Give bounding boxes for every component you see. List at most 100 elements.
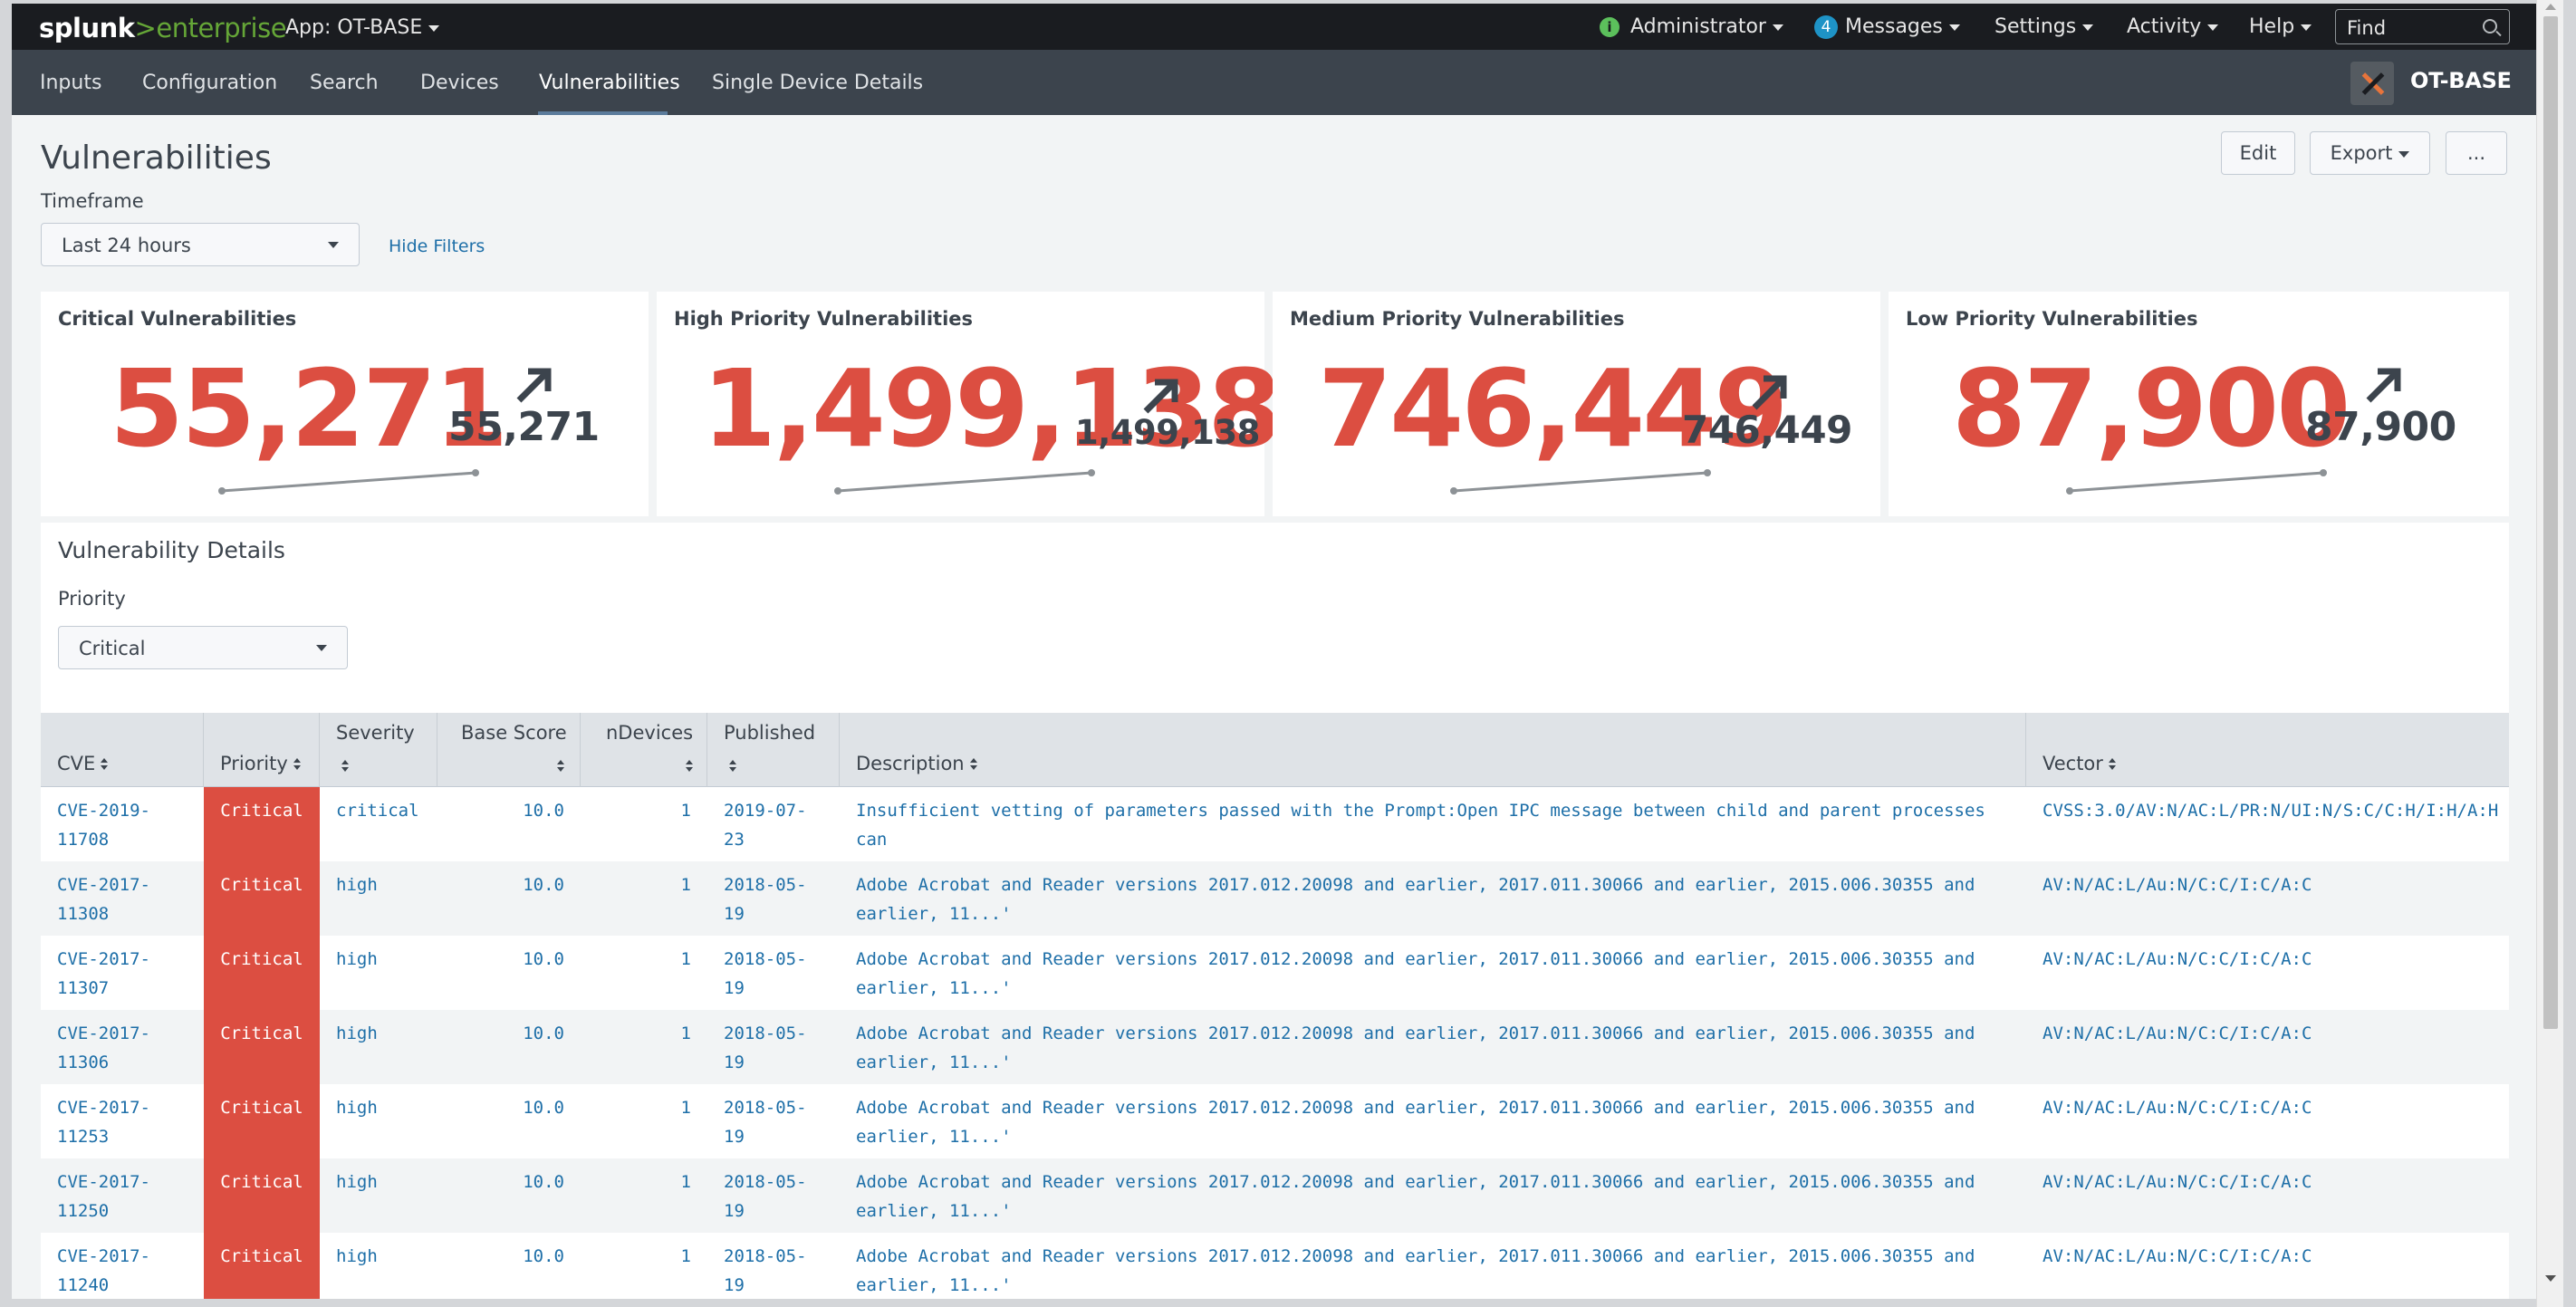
base-score-cell[interactable]: 10.0 [437,796,564,825]
published-cell[interactable]: 2018-05- 19 [724,1168,807,1225]
table-row[interactable]: Critical CVE-2017- 11306 high 10.0 1 2018-05- 1… [41,1010,2509,1084]
column-header-description[interactable]: Description [840,713,2026,787]
vector-cell[interactable]: AV:N/AC:L/Au:N/C:C/I:C/A:C [2043,1093,2312,1122]
table-row[interactable]: Critical CVE-2017- 11308 high 10.0 1 2018-05- 1… [41,861,2509,936]
activity-menu[interactable]: Activity [2127,15,2219,38]
hide-filters-link[interactable]: Hide Filters [389,236,485,256]
published-cell[interactable]: 2018-05- 19 [724,870,807,928]
cve-cell[interactable]: CVE-2017- 11240 [57,1242,150,1299]
nav-item-single-device-details[interactable]: Single Device Details [712,72,923,94]
column-header-ndevices[interactable]: nDevices [581,713,707,787]
table-row[interactable]: Critical CVE-2017- 11307 high 10.0 1 2018-05- 1… [41,936,2509,1010]
settings-menu[interactable]: Settings [1994,15,2094,38]
cve-cell[interactable]: CVE-2017- 11250 [57,1168,150,1225]
cve-cell[interactable]: CVE-2019- 11708 [57,796,150,854]
cve-cell[interactable]: CVE-2017- 11306 [57,1019,150,1077]
cve-cell[interactable]: CVE-2017- 11308 [57,870,150,928]
find-input[interactable]: Find [2335,9,2510,44]
export-button[interactable]: Export [2310,131,2430,175]
vector-cell[interactable]: AV:N/AC:L/Au:N/C:C/I:C/A:C [2043,870,2312,899]
ndevices-cell[interactable]: 1 [581,945,691,974]
column-header-severity[interactable]: Severity [320,713,437,787]
help-menu[interactable]: Help [2249,15,2312,38]
description-cell[interactable]: Adobe Acrobat and Reader versions 2017.0… [856,1093,2015,1151]
column-header-base-score[interactable]: Base Score [437,713,581,787]
column-header-cve[interactable]: CVE [41,713,204,787]
kpi-title: High Priority Vulnerabilities [674,308,974,330]
nav-item-vulnerabilities[interactable]: Vulnerabilities [539,72,680,94]
base-score-cell[interactable]: 10.0 [437,1019,564,1048]
published-cell[interactable]: 2018-05- 19 [724,945,807,1003]
description-cell[interactable]: Adobe Acrobat and Reader versions 2017.0… [856,945,2015,1003]
published-cell[interactable]: 2019-07- 23 [724,796,807,854]
base-score-cell[interactable]: 10.0 [437,945,564,974]
ndevices-cell[interactable]: 1 [581,796,691,825]
scroll-down-arrow-icon[interactable] [2545,1275,2556,1282]
severity-cell[interactable]: high [336,870,378,899]
cve-cell[interactable]: CVE-2017- 11253 [57,1093,150,1151]
priority-cell[interactable]: Critical [204,936,320,1010]
table-row[interactable]: Critical CVE-2019- 11708 critical 10.0 1 2019-… [41,787,2509,879]
app-menu[interactable]: App: OT-BASE [285,16,440,39]
base-score-cell[interactable]: 10.0 [437,870,564,899]
nav-item-devices[interactable]: Devices [420,72,499,94]
nav-item-configuration[interactable]: Configuration [142,72,277,94]
column-header-published[interactable]: Published [707,713,840,787]
ndevices-cell[interactable]: 1 [581,1019,691,1048]
severity-cell[interactable]: high [336,1019,378,1048]
edit-button[interactable]: Edit [2221,131,2295,175]
timeframe-select[interactable]: Last 24 hours [41,223,360,266]
nav-item-search[interactable]: Search [310,72,379,94]
scroll-up-arrow-icon[interactable] [2545,4,2556,10]
published-cell[interactable]: 2018-05- 19 [724,1093,807,1151]
priority-cell[interactable]: Critical [204,1233,320,1299]
vector-cell-line: AV:N/AC:L/Au:N/C:C/I:C/A:C [2043,949,2312,969]
more-actions-button[interactable]: ... [2446,131,2507,175]
splunk-logo[interactable]: splunk>enterprise [39,13,287,43]
cve-cell-line: 11708 [57,830,110,850]
severity-cell[interactable]: high [336,1093,378,1122]
severity-cell[interactable]: critical [336,796,419,825]
vector-cell[interactable]: AV:N/AC:L/Au:N/C:C/I:C/A:C [2043,945,2312,974]
base-score-cell[interactable]: 10.0 [437,1168,564,1196]
ndevices-cell[interactable]: 1 [581,1168,691,1196]
description-cell[interactable]: Adobe Acrobat and Reader versions 2017.0… [856,1242,2015,1299]
description-cell[interactable]: Adobe Acrobat and Reader versions 2017.0… [856,870,2015,928]
vector-cell[interactable]: AV:N/AC:L/Au:N/C:C/I:C/A:C [2043,1242,2312,1271]
messages-menu[interactable]: 4 Messages [1814,15,1960,39]
severity-cell[interactable]: high [336,1242,378,1271]
description-cell[interactable]: Adobe Acrobat and Reader versions 2017.0… [856,1019,2015,1077]
published-cell-line: 2019-07- [724,801,807,821]
priority-cell[interactable]: Critical [204,787,320,861]
ndevices-cell[interactable]: 1 [581,870,691,899]
nav-item-inputs[interactable]: Inputs [40,72,101,94]
table-row[interactable]: Critical CVE-2017- 11250 high 10.0 1 2018-05- 1… [41,1158,2509,1233]
priority-cell[interactable]: Critical [204,861,320,936]
vertical-scrollbar[interactable] [2536,0,2563,1307]
published-cell[interactable]: 2018-05- 19 [724,1242,807,1299]
ndevices-cell[interactable]: 1 [581,1093,691,1122]
column-header-priority[interactable]: Priority [204,713,320,787]
severity-cell[interactable]: high [336,1168,378,1196]
base-score-cell-line: 10.0 [523,1172,564,1192]
description-cell[interactable]: Adobe Acrobat and Reader versions 2017.0… [856,1168,2015,1225]
ndevices-cell[interactable]: 1 [581,1242,691,1271]
priority-cell[interactable]: Critical [204,1010,320,1084]
scrollbar-thumb[interactable] [2543,16,2558,1029]
published-cell[interactable]: 2018-05- 19 [724,1019,807,1077]
priority-cell[interactable]: Critical [204,1084,320,1158]
base-score-cell[interactable]: 10.0 [437,1093,564,1122]
vector-cell[interactable]: AV:N/AC:L/Au:N/C:C/I:C/A:C [2043,1019,2312,1048]
table-row[interactable]: Critical CVE-2017- 11253 high 10.0 1 2018-05- 1… [41,1084,2509,1158]
table-row[interactable]: Critical CVE-2017- 11240 high 10.0 1 2018-05- 1… [41,1233,2509,1299]
vector-cell[interactable]: AV:N/AC:L/Au:N/C:C/I:C/A:C [2043,1168,2312,1196]
cve-cell[interactable]: CVE-2017- 11307 [57,945,150,1003]
vector-cell[interactable]: CVSS:3.0/AV:N/AC:L/PR:N/UI:N/S:C/C:H/I:H… [2043,796,2498,825]
severity-cell[interactable]: high [336,945,378,974]
column-header-vector[interactable]: Vector [2026,713,2509,787]
base-score-cell[interactable]: 10.0 [437,1242,564,1271]
user-menu[interactable]: i Administrator [1600,15,1783,38]
vulnerability-details-panel: Vulnerability Details Priority Critical [41,523,2509,713]
priority-cell[interactable]: Critical [204,1158,320,1233]
priority-select[interactable]: Critical [58,626,348,669]
